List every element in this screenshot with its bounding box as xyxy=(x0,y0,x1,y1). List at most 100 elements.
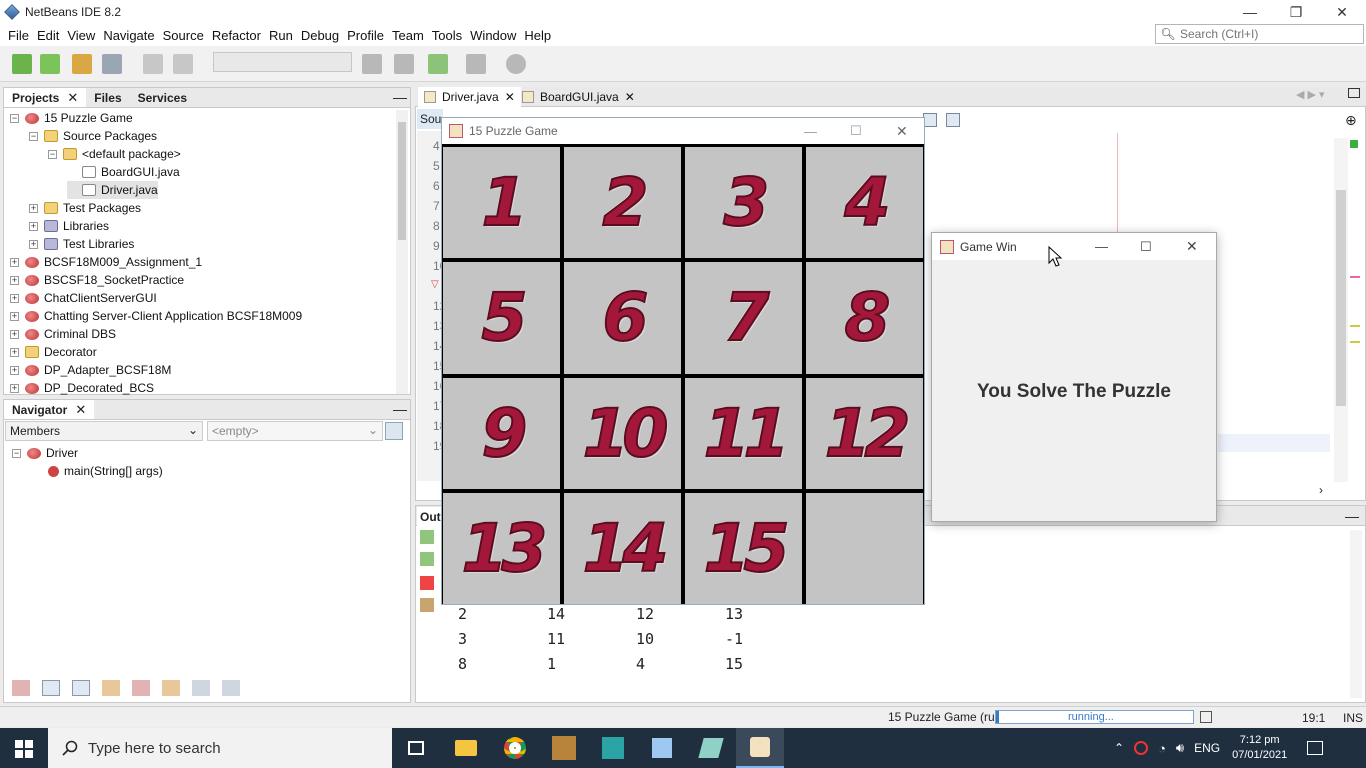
filter-icon[interactable] xyxy=(102,680,120,696)
collapse-icon[interactable]: − xyxy=(12,448,21,458)
project-tree-item[interactable]: Driver.java xyxy=(67,181,158,199)
tab-navigator[interactable]: Navigator ✕ xyxy=(4,400,95,419)
project-tree-item[interactable]: − 15 Puzzle Game xyxy=(10,109,133,127)
filter-select[interactable]: <empty> ⌄ xyxy=(207,421,383,441)
puzzle-tile[interactable]: 3 xyxy=(685,147,802,259)
minimize-icon[interactable]: — xyxy=(1095,239,1108,254)
filter-icon[interactable] xyxy=(132,680,150,696)
navigator-settings-icon[interactable] xyxy=(385,422,403,440)
maximize-editor-icon[interactable] xyxy=(1348,88,1360,98)
project-tree-item[interactable]: + DP_Decorated_BCS xyxy=(10,379,154,397)
windows-start-icon[interactable] xyxy=(15,740,33,758)
puzzle-tile[interactable]: 13 xyxy=(443,492,560,604)
new-file-icon[interactable] xyxy=(12,54,32,74)
menu-source[interactable]: Source xyxy=(159,28,208,43)
progress-bar[interactable]: running... xyxy=(995,710,1194,724)
task-view-icon[interactable] xyxy=(392,728,440,768)
project-tree-item[interactable]: + ChatClientServerGUI xyxy=(10,289,157,307)
volume-icon[interactable]: 🔊︎ xyxy=(1176,740,1184,756)
members-select[interactable]: Members ⌄ xyxy=(5,421,203,441)
menu-file[interactable]: File xyxy=(4,28,33,43)
expand-icon[interactable]: + xyxy=(10,347,19,357)
menu-run[interactable]: Run xyxy=(265,28,297,43)
menu-view[interactable]: View xyxy=(63,28,99,43)
project-tree-item[interactable]: + Criminal DBS xyxy=(10,325,116,343)
dosbox-icon[interactable] xyxy=(540,728,588,768)
expand-icon[interactable]: + xyxy=(10,293,19,303)
puzzle-tile[interactable]: 6 xyxy=(564,262,681,374)
stop-icon[interactable] xyxy=(420,576,434,590)
expand-icon[interactable]: + xyxy=(29,221,38,231)
menu-edit[interactable]: Edit xyxy=(33,28,63,43)
project-tree-item[interactable]: + DP_Adapter_BCSF18M xyxy=(10,361,171,379)
expand-icon[interactable]: + xyxy=(29,203,38,213)
project-tree-item[interactable]: + Test Libraries xyxy=(29,235,134,253)
editor-toolbar-icon[interactable] xyxy=(946,113,960,127)
puzzle-title-bar[interactable]: 15 Puzzle Game — ☐ ✕ xyxy=(442,118,924,144)
wifi-icon[interactable]: ◔ xyxy=(1158,741,1166,756)
language-indicator[interactable]: ENG xyxy=(1194,741,1220,755)
puzzle-tile[interactable]: 14 xyxy=(564,492,681,604)
java-app-icon[interactable] xyxy=(736,728,784,768)
minimize-icon[interactable]: — xyxy=(804,124,817,139)
maximize-icon[interactable]: ☐ xyxy=(850,123,862,139)
puzzle-tile[interactable]: 5 xyxy=(443,262,560,374)
terminal-app-icon[interactable] xyxy=(589,728,637,768)
tab-driver-java[interactable]: Driver.java ✕ xyxy=(418,87,521,107)
expand-icon[interactable]: + xyxy=(10,311,19,321)
expand-icon[interactable]: + xyxy=(29,239,38,249)
puzzle-tile[interactable]: 10 xyxy=(564,377,681,489)
menu-debug[interactable]: Debug xyxy=(297,28,343,43)
close-icon[interactable]: ✕ xyxy=(505,90,515,104)
restore-icon[interactable]: ❐ xyxy=(1273,0,1319,24)
expand-icon[interactable]: + xyxy=(10,383,19,393)
menu-profile[interactable]: Profile xyxy=(343,28,388,43)
project-tree-item[interactable]: + Libraries xyxy=(29,217,109,235)
tree-scrollbar[interactable] xyxy=(396,110,408,394)
puzzle-tile[interactable]: 7 xyxy=(685,262,802,374)
save-all-icon[interactable] xyxy=(102,54,122,74)
scrollbar-thumb[interactable] xyxy=(398,122,406,240)
scroll-right-icon[interactable]: › xyxy=(1319,483,1323,497)
editor-vertical-scrollbar[interactable] xyxy=(1334,138,1348,482)
debug-icon[interactable] xyxy=(466,54,486,74)
menu-window[interactable]: Window xyxy=(466,28,520,43)
close-icon[interactable]: ✕ xyxy=(625,90,635,104)
minimize-icon[interactable]: — xyxy=(1227,0,1273,24)
empty-tile[interactable] xyxy=(806,492,923,604)
run-icon[interactable] xyxy=(428,54,448,74)
editor-toolbar-icon[interactable] xyxy=(923,113,937,127)
game-win-title-bar[interactable]: Game Win — ☐ ✕ xyxy=(932,233,1216,260)
filter-icon[interactable] xyxy=(72,680,90,696)
minimize-panel-icon[interactable]: — xyxy=(390,88,410,107)
tab-output[interactable]: Out xyxy=(417,507,441,526)
ide-search-box[interactable]: 🔍︎ xyxy=(1155,24,1364,44)
close-icon[interactable]: ✕ xyxy=(1186,238,1198,255)
collapse-icon[interactable]: − xyxy=(48,149,57,159)
search-input[interactable] xyxy=(1180,27,1360,41)
project-tree-item[interactable]: BoardGUI.java xyxy=(67,163,180,181)
menu-refactor[interactable]: Refactor xyxy=(208,28,265,43)
chrome-icon[interactable] xyxy=(491,728,539,768)
notifications-icon[interactable] xyxy=(1307,741,1324,755)
close-icon[interactable]: ✕ xyxy=(896,123,908,140)
clock[interactable]: 7:12 pm 07/01/2021 xyxy=(1232,733,1287,763)
project-tree-item[interactable]: + BCSF18M009_Assignment_1 xyxy=(10,253,202,271)
settings-icon[interactable] xyxy=(420,598,434,612)
menu-help[interactable]: Help xyxy=(520,28,555,43)
menu-tools[interactable]: Tools xyxy=(428,28,466,43)
menu-team[interactable]: Team xyxy=(388,28,428,43)
source-view-tab[interactable]: Sou xyxy=(417,109,443,129)
redo-icon[interactable] xyxy=(173,54,193,74)
filter-icon[interactable] xyxy=(42,680,60,696)
tab-boardgui-java[interactable]: BoardGUI.java ✕ xyxy=(516,87,641,107)
puzzle-tile[interactable]: 11 xyxy=(685,377,802,489)
close-icon[interactable]: ✕ xyxy=(75,402,86,418)
puzzle-tile[interactable]: 8 xyxy=(806,262,923,374)
project-tree-item[interactable]: − <default package> xyxy=(48,145,181,163)
run-configuration-select[interactable] xyxy=(213,52,352,72)
project-tree-item[interactable]: + Chatting Server-Client Application BCSF… xyxy=(10,307,302,325)
rerun-with-params-icon[interactable] xyxy=(420,552,434,566)
collapse-icon[interactable]: − xyxy=(29,131,38,141)
close-icon[interactable]: ✕ xyxy=(67,90,78,106)
